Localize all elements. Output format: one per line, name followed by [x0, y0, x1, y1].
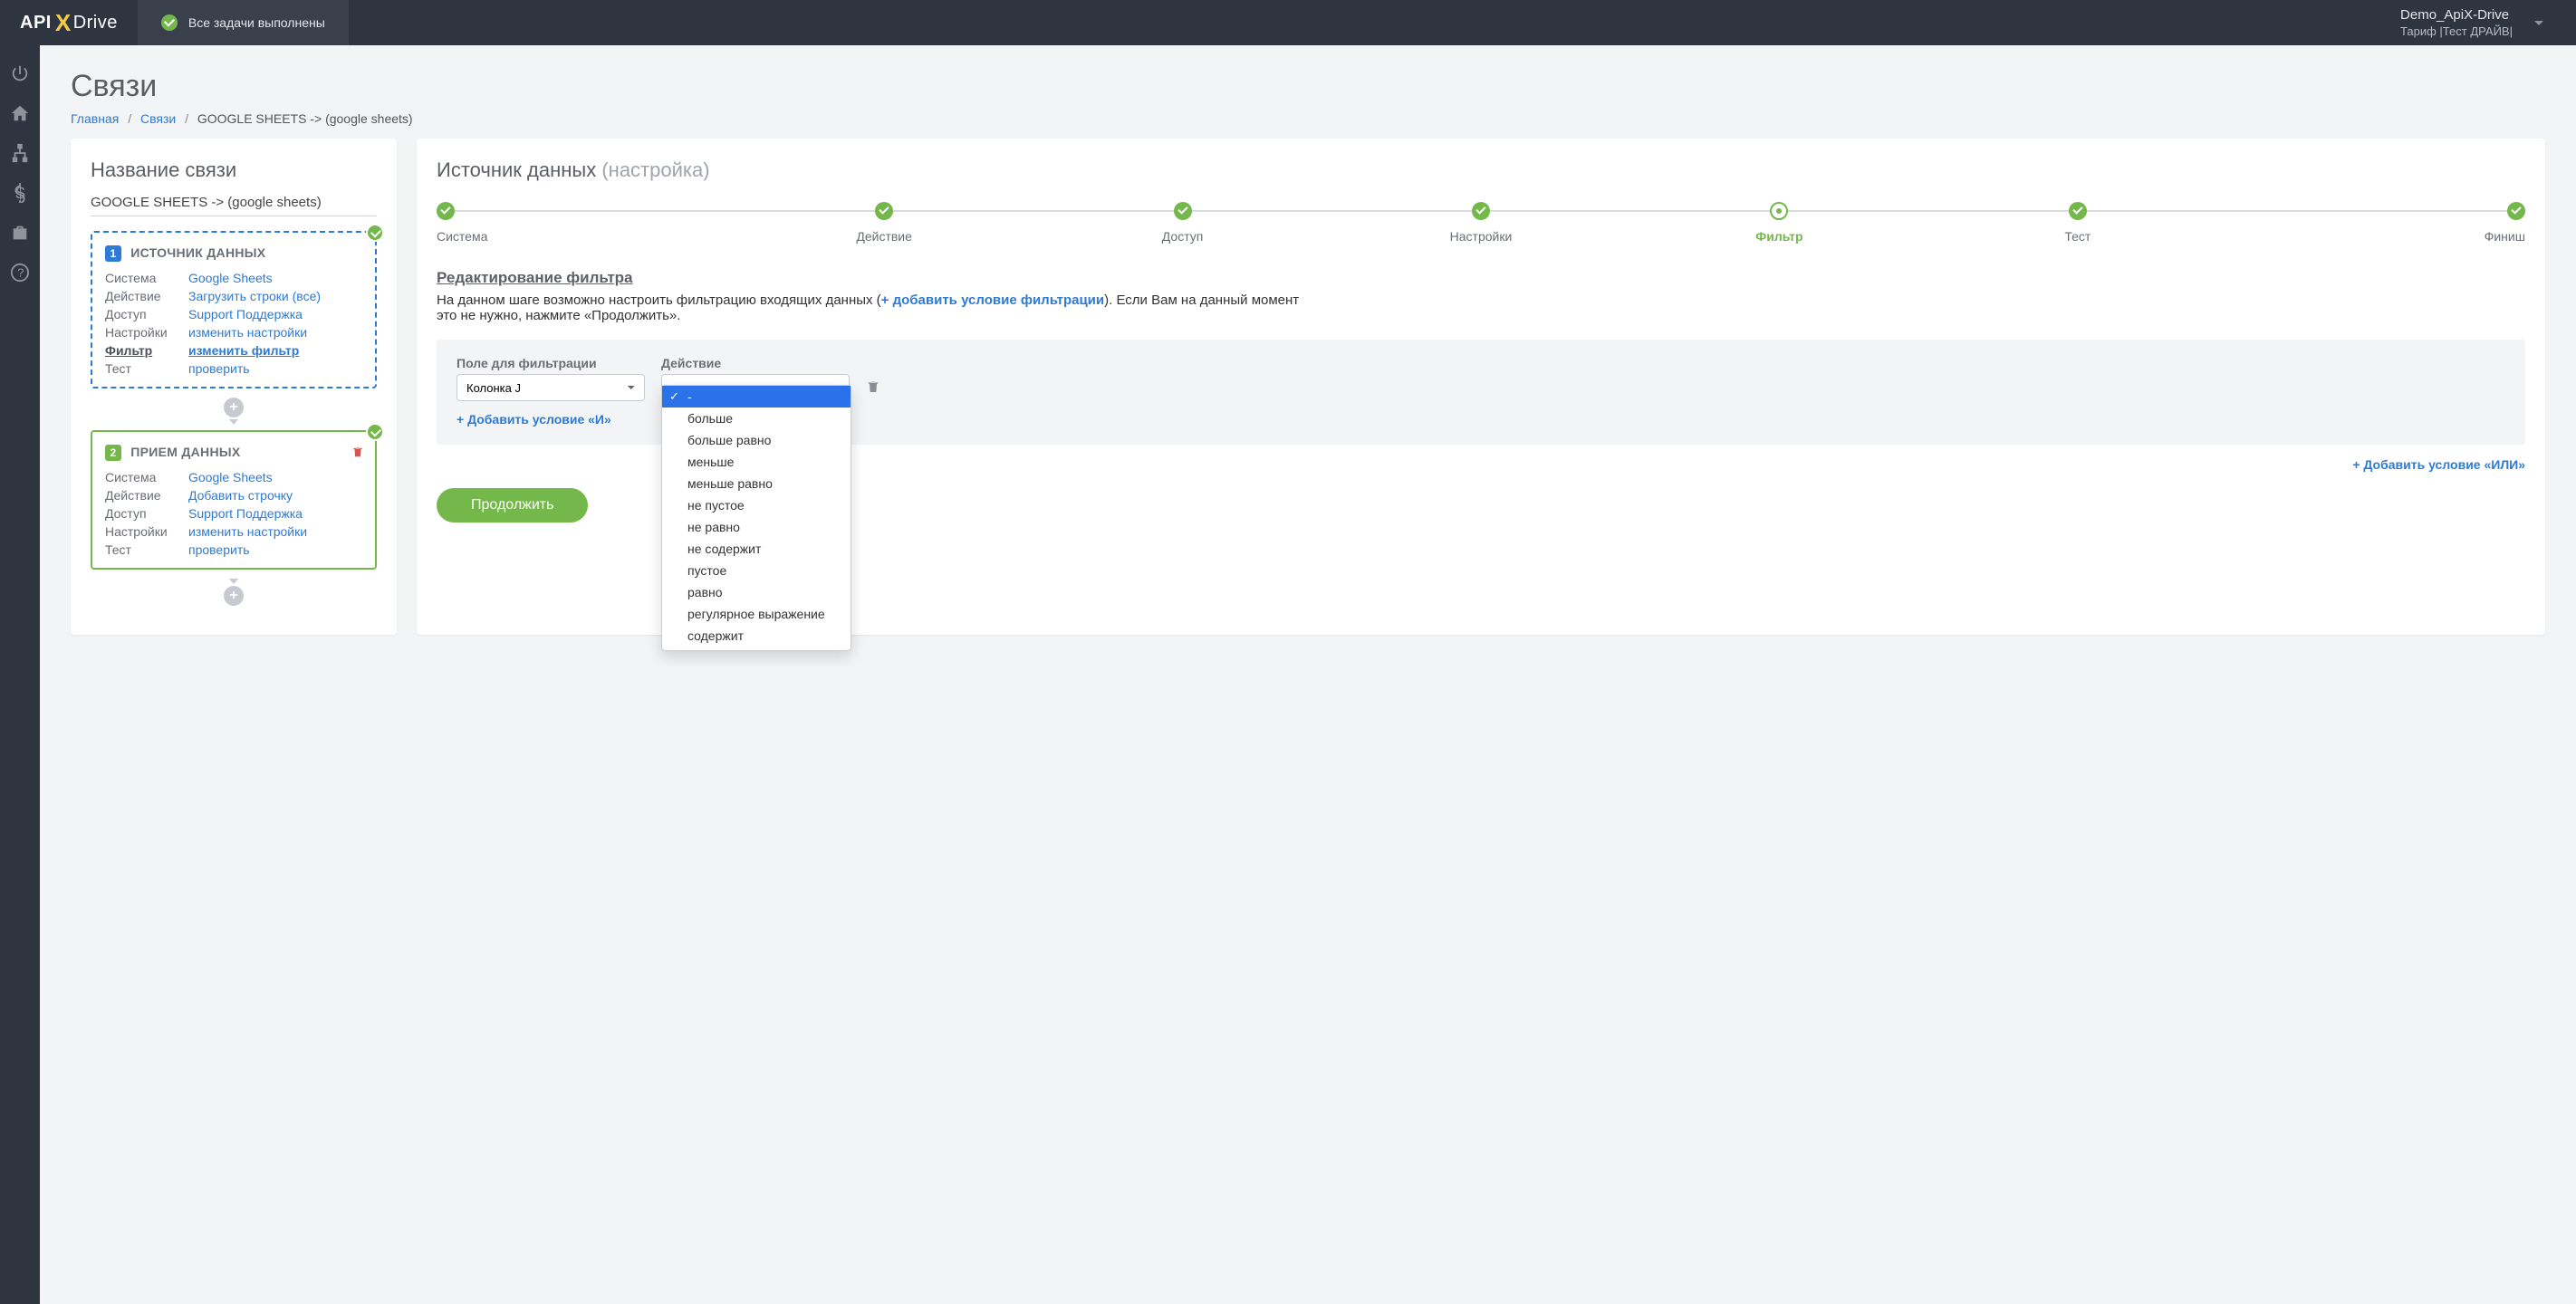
user-menu[interactable]: Demo_ApiX-Drive Тариф |Тест ДРАЙВ| — [2400, 7, 2576, 38]
check-circle-icon — [366, 224, 384, 242]
step-test[interactable]: Тест — [1928, 202, 2226, 244]
power-icon[interactable] — [10, 63, 30, 83]
dropdown-opt[interactable]: не содержит — [662, 538, 851, 560]
dropdown-opt[interactable]: регулярное выражение — [662, 603, 851, 625]
dest-title: ПРИЕМ ДАННЫХ — [130, 445, 240, 459]
step-system[interactable]: Система — [437, 202, 735, 244]
add-between-1[interactable]: + — [91, 398, 377, 425]
breadcrumb: Главная / Связи / GOOGLE SHEETS -> (goog… — [71, 111, 2545, 126]
dollar-icon[interactable]: $ — [10, 183, 30, 203]
dst-sett-v[interactable]: изменить настройки — [188, 524, 307, 539]
filter-box: Поле для фильтрации Колонка J Действие - — [437, 340, 2525, 445]
add-between-2[interactable]: + — [91, 579, 377, 606]
dropdown-opt[interactable]: меньше — [662, 451, 851, 473]
subhead: Редактирование фильтра — [437, 269, 2525, 287]
dst-access-v[interactable]: Support Поддержка — [188, 506, 303, 521]
chevron-down-icon — [2534, 21, 2543, 25]
src-test-k: Тест — [105, 361, 188, 376]
stepper: Система Действие Доступ Настройки Фильтр… — [437, 202, 2525, 244]
logo-pre: API — [20, 13, 52, 34]
crumb-links[interactable]: Связи — [140, 111, 176, 126]
filter-field-label: Поле для фильтрации — [457, 356, 645, 370]
src-system-v[interactable]: Google Sheets — [188, 271, 273, 285]
logo-post: Drive — [73, 13, 118, 34]
topbar: API X Drive Все задачи выполнены Demo_Ap… — [0, 0, 2576, 45]
sitemap-icon[interactable] — [10, 143, 30, 163]
caret-down-icon — [229, 579, 238, 584]
logo-x-icon: X — [53, 9, 72, 37]
src-test-v[interactable]: проверить — [188, 361, 250, 376]
check-circle-icon — [161, 14, 178, 31]
crumb-current: GOOGLE SHEETS -> (google sheets) — [197, 111, 413, 126]
dst-action-k: Действие — [105, 488, 188, 503]
help-icon[interactable]: ? — [10, 263, 30, 283]
step-1-badge: 1 — [105, 245, 121, 262]
settings-card: Источник данных (настройка) Система Дейс… — [417, 139, 2545, 635]
src-filter-v[interactable]: изменить фильтр — [188, 343, 299, 358]
tasks-status-label: Все задачи выполнены — [188, 15, 325, 30]
briefcase-icon[interactable] — [10, 223, 30, 243]
source-block: 1 ИСТОЧНИК ДАННЫХ Система Google Sheets … — [91, 231, 377, 388]
dropdown-opt[interactable]: равно — [662, 581, 851, 603]
dst-sett-k: Настройки — [105, 524, 188, 539]
dst-test-v[interactable]: проверить — [188, 542, 250, 557]
dst-test-k: Тест — [105, 542, 188, 557]
src-sett-v[interactable]: изменить настройки — [188, 325, 307, 340]
logo[interactable]: API X Drive — [0, 9, 138, 37]
check-circle-icon — [366, 423, 384, 441]
filter-field-select[interactable]: Колонка J — [457, 374, 645, 401]
step-2-badge: 2 — [105, 445, 121, 461]
tasks-status[interactable]: Все задачи выполнены — [138, 0, 349, 45]
add-filter-inline-link[interactable]: + добавить условие фильтрации — [881, 292, 1104, 308]
conn-name-input[interactable] — [91, 191, 377, 216]
dst-action-v[interactable]: Добавить строчку — [188, 488, 293, 503]
filter-action-label: Действие — [661, 356, 850, 370]
step-filter[interactable]: Фильтр — [1630, 202, 1928, 244]
src-sett-k: Настройки — [105, 325, 188, 340]
crumb-home[interactable]: Главная — [71, 111, 119, 126]
dropdown-opt[interactable]: пустое — [662, 560, 851, 581]
home-icon[interactable] — [10, 103, 30, 123]
step-finish[interactable]: Финиш — [2227, 202, 2525, 244]
dropdown-opt[interactable]: не равно — [662, 516, 851, 538]
page-title: Связи — [71, 69, 2545, 104]
src-action-v[interactable]: Загрузить строки (все) — [188, 289, 321, 303]
dst-system-v[interactable]: Google Sheets — [188, 470, 273, 484]
section-title: Источник данных (настройка) — [437, 158, 2525, 182]
src-system-k: Система — [105, 271, 188, 285]
dropdown-opt[interactable]: больше — [662, 408, 851, 429]
dst-system-k: Система — [105, 470, 188, 484]
connection-card: Название связи 1 ИСТОЧНИК ДАННЫХ Система… — [71, 139, 397, 635]
user-tariff: Тариф |Тест ДРАЙВ| — [2400, 24, 2513, 38]
dst-access-k: Доступ — [105, 506, 188, 521]
conn-name-label: Название связи — [91, 158, 377, 182]
explain: На данном шаге возможно настроить фильтр… — [437, 292, 1306, 323]
src-filter-k: Фильтр — [105, 343, 188, 358]
plus-icon: + — [224, 398, 244, 417]
plus-icon: + — [224, 586, 244, 606]
action-dropdown: - больше больше равно меньше меньше равн… — [661, 385, 851, 651]
dropdown-opt[interactable]: содержит — [662, 625, 851, 647]
sidenav: $ ? — [0, 45, 40, 1304]
dropdown-opt[interactable]: - — [662, 386, 851, 408]
dropdown-opt[interactable]: больше равно — [662, 429, 851, 451]
src-access-k: Доступ — [105, 307, 188, 321]
dropdown-opt[interactable]: меньше равно — [662, 473, 851, 494]
continue-button[interactable]: Продолжить — [437, 488, 588, 523]
user-name: Demo_ApiX-Drive — [2400, 7, 2513, 23]
src-access-v[interactable]: Support Поддержка — [188, 307, 303, 321]
svg-text:$: $ — [15, 183, 24, 202]
step-settings[interactable]: Настройки — [1331, 202, 1629, 244]
trash-icon[interactable] — [866, 379, 880, 395]
dropdown-opt[interactable]: не пустое — [662, 494, 851, 516]
dest-block: 2 ПРИЕМ ДАННЫХ Система Google Sheets Дей… — [91, 430, 377, 570]
svg-text:?: ? — [17, 266, 24, 280]
trash-icon[interactable] — [351, 445, 364, 459]
src-action-k: Действие — [105, 289, 188, 303]
step-access[interactable]: Доступ — [1033, 202, 1331, 244]
caret-down-icon — [229, 419, 238, 425]
step-action[interactable]: Действие — [735, 202, 1033, 244]
source-title: ИСТОЧНИК ДАННЫХ — [130, 245, 265, 260]
